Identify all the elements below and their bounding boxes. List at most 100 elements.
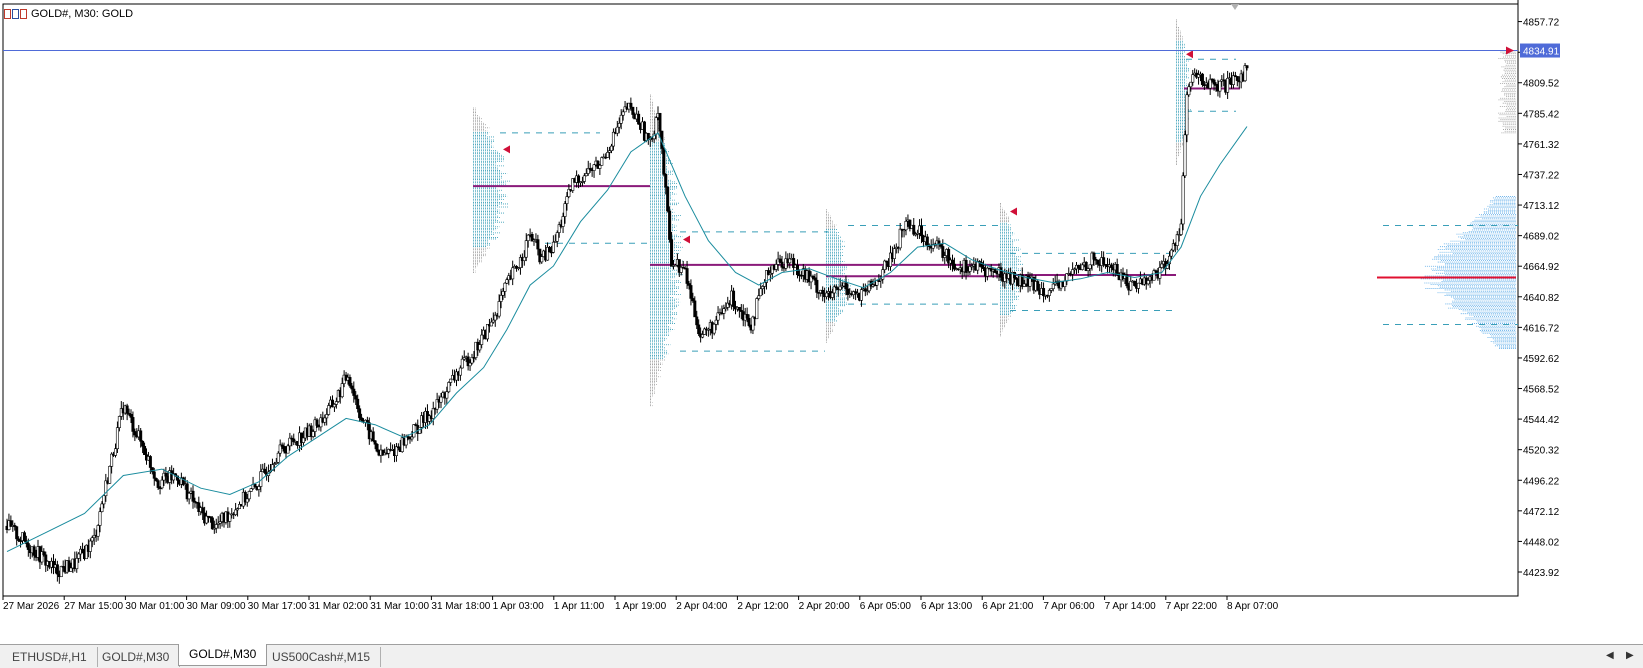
candle-body: [1102, 257, 1106, 265]
candle-body: [356, 398, 360, 410]
candle-body: [547, 247, 551, 253]
tab-scroll-left-icon[interactable]: ◀: [1606, 650, 1614, 661]
candle-body: [114, 448, 118, 456]
candle-body: [745, 314, 749, 319]
candle-body: [582, 175, 586, 182]
candle-body: [685, 268, 689, 284]
tab-ethusd-h1[interactable]: ETHUSD#,H1: [2, 647, 98, 667]
candle-body: [1036, 281, 1040, 291]
candle-body: [637, 113, 641, 125]
candle-body: [350, 385, 354, 390]
candle-body: [129, 414, 133, 418]
candle-body: [156, 480, 160, 488]
candle-body: [485, 324, 489, 340]
candle-body: [152, 471, 156, 479]
candle-body: [1012, 272, 1016, 279]
candle-body: [697, 324, 701, 335]
candle-body: [1191, 74, 1195, 83]
chart-shift-icon: [1231, 4, 1239, 10]
x-tick-label: 2 Apr 12:00: [737, 601, 789, 612]
x-tick-label: 1 Apr 11:00: [554, 601, 605, 612]
candle-body: [598, 165, 602, 169]
volume-profile-4: [1000, 203, 1024, 337]
candle-body: [565, 196, 569, 204]
candle-body: [1133, 280, 1137, 286]
candle-body: [131, 417, 135, 432]
candle-body: [1086, 268, 1090, 271]
candle-body: [606, 152, 610, 158]
candle-body: [695, 316, 699, 326]
candle-body: [100, 503, 104, 512]
y-tick-label: 4761.32: [1523, 140, 1560, 151]
candle-body: [778, 258, 782, 263]
candle-body: [491, 319, 495, 323]
candle-body: [276, 452, 280, 463]
tab-label: GOLD#,M30: [102, 650, 170, 664]
y-tick-label: 4640.82: [1523, 293, 1560, 304]
candle-body: [1231, 75, 1235, 85]
candle-body: [666, 186, 670, 212]
x-tick-label: 7 Apr 06:00: [1043, 601, 1095, 612]
current-price-label: 4834.91: [1523, 47, 1560, 58]
candle-body: [187, 493, 191, 500]
price-chart[interactable]: 4857.724833.524809.524785.424761.324737.…: [0, 0, 1643, 644]
candle-body: [154, 478, 158, 481]
candle-body: [592, 164, 596, 171]
y-tick-label: 4809.52: [1523, 79, 1560, 90]
candle-body: [360, 417, 364, 421]
candle-body: [950, 259, 954, 265]
candle-body: [311, 431, 315, 437]
poc-marker-icon: [1186, 50, 1193, 59]
candle-body: [59, 566, 63, 578]
x-tick-label: 2 Apr 20:00: [799, 601, 851, 612]
candle-body: [164, 472, 168, 477]
candle-body: [201, 507, 205, 514]
candle-body: [1245, 65, 1249, 69]
candle-body: [1212, 79, 1216, 85]
chart-title-text: GOLD#, M30: GOLD: [31, 8, 134, 20]
tab-gold-m30-2[interactable]: GOLD#,M30: [178, 644, 268, 666]
candle-body: [747, 317, 751, 326]
candle-body: [563, 203, 567, 217]
chart-area[interactable]: 4857.724833.524809.524785.424761.324737.…: [0, 0, 1643, 644]
candle-body: [654, 117, 658, 135]
y-tick-label: 4785.42: [1523, 109, 1560, 120]
candle-body: [431, 408, 435, 419]
candle-body: [334, 401, 338, 405]
candle-body: [1047, 290, 1051, 296]
chart-tab-bar: ETHUSD#,H1 GOLD#,M30 GOLD#,M30 US500Cash…: [0, 644, 1643, 668]
y-tick-label: 4857.72: [1523, 18, 1560, 29]
candle-body: [609, 145, 613, 151]
candle-body: [412, 424, 416, 438]
candle-body: [611, 131, 615, 147]
candle-body: [964, 259, 968, 273]
candle-body: [1175, 234, 1179, 246]
y-tick-label: 4423.92: [1523, 568, 1560, 579]
y-tick-label: 4520.32: [1523, 446, 1560, 457]
x-tick-label: 2 Apr 04:00: [676, 601, 728, 612]
y-tick-label: 4737.22: [1523, 170, 1560, 181]
x-tick-label: 8 Apr 07:00: [1227, 601, 1279, 612]
candle-body: [511, 267, 515, 280]
candle-body: [497, 301, 501, 317]
candle-body: [90, 537, 94, 542]
tab-gold-m30-1[interactable]: GOLD#,M30: [92, 647, 181, 667]
tab-label: US500Cash#,M15: [272, 650, 371, 664]
candle-body: [919, 225, 923, 237]
candle-body: [1179, 223, 1183, 235]
tab-us500cash-m15[interactable]: US500Cash#,M15: [262, 647, 382, 667]
candle-body: [458, 367, 462, 376]
tab-scroll-right-icon[interactable]: ▶: [1626, 650, 1634, 661]
candle-body: [117, 416, 121, 428]
candle-body: [737, 307, 741, 311]
candle-body: [98, 511, 102, 526]
x-tick-label: 30 Mar 17:00: [248, 601, 307, 612]
x-tick-label: 31 Mar 10:00: [370, 601, 429, 612]
candle-body: [658, 113, 662, 132]
candle-body: [253, 483, 257, 488]
candle-body: [712, 323, 716, 334]
candle-body: [1129, 281, 1133, 291]
candle-body: [371, 431, 375, 442]
candle-body: [460, 358, 464, 369]
candle-body: [249, 488, 253, 492]
